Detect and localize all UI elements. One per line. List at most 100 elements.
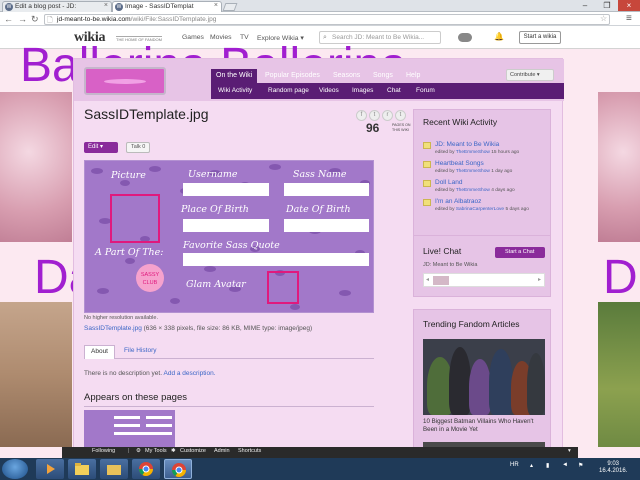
image-avatar-box [267,271,299,304]
background-right-image [598,92,640,242]
tab-songs[interactable]: Songs [368,69,398,83]
url-field[interactable]: 🗋 jd-meant-to-be.wikia.com/wiki/File:Sas… [44,14,610,25]
toolbar-my-tools[interactable]: My Tools [145,448,167,454]
activity-title[interactable]: I'm an Albatraoz [435,198,481,205]
close-tab-icon[interactable]: × [214,2,218,9]
background-right-photo [598,302,640,447]
close-tab-icon[interactable]: × [104,2,108,9]
toolbar-admin[interactable]: Admin [214,448,230,454]
activity-item: JD: Meant to Be Wikia edited by TheEmmeS… [423,141,545,159]
edit-page-icon [423,180,431,187]
image-picture-box [110,194,160,243]
tab-popular-episodes[interactable]: Popular Episodes [260,69,325,83]
image-field-favorite-quote [183,253,369,266]
chevron-left-icon[interactable]: ◂ [426,276,429,283]
user-avatar[interactable] [458,33,472,42]
talk-button[interactable]: Talk 0 [126,142,150,153]
browser-tab-bar: W Edit a blog post - JD: × W Image - Sas… [0,0,640,12]
edit-button[interactable]: Edit ▾ [84,142,118,153]
toolbar-customize[interactable]: Customize [180,448,206,454]
appears-on-thumbnail[interactable] [84,410,175,448]
chrome-icon[interactable] [132,459,160,479]
background-left-photo [0,302,72,447]
chat-user-avatar[interactable] [433,276,449,285]
subnav-forum[interactable]: Forum [416,87,435,94]
activity-title[interactable]: Heartbeat Songs [435,160,484,167]
activity-title[interactable]: JD: Meant to Be Wikia [435,141,499,148]
wiki-header: On the Wiki Popular Episodes Seasons Son… [74,59,564,101]
forward-icon[interactable]: → [18,13,27,25]
maximize-icon[interactable]: ❐ [596,0,618,11]
network-icon[interactable]: ▮ [546,462,549,469]
chevron-right-icon[interactable]: ▸ [538,276,541,283]
windows-start-button[interactable] [2,459,28,479]
tab-help[interactable]: Help [401,69,425,83]
back-icon[interactable]: ← [4,13,13,25]
file-info: SassIDTemplate.jpg (636 × 338 pixels, fi… [84,325,312,332]
community-wordmark[interactable] [84,67,166,95]
toolbar-collapse-icon[interactable]: ▾ [568,448,571,454]
toolbar-shortcuts[interactable]: Shortcuts [238,448,261,454]
live-chat-module: Live! Chat Start a Chat JD: Meant to Be … [413,235,551,297]
trending-title: Trending Fandom Articles [423,319,520,329]
browser-menu-icon[interactable]: ≡ [626,13,632,25]
show-hidden-icons-icon[interactable]: ▴ [530,462,533,469]
activity-title[interactable]: Doll Land [435,179,462,186]
gear-icon: ✱ [171,448,176,454]
file-link[interactable]: SassIDTemplate.jpg [84,325,142,332]
language-indicator[interactable]: HR [510,462,519,468]
file-explorer-icon[interactable] [68,459,96,479]
image-field-sass-name [284,183,369,196]
reload-icon[interactable]: ↻ [31,13,39,25]
chrome-active-icon[interactable] [164,459,192,479]
minimize-icon[interactable]: – [574,0,596,11]
reddit-share-icon[interactable]: r [382,110,393,121]
image-label-sass-name: Sass Name [293,169,347,180]
subnav-chat[interactable]: Chat [387,87,401,94]
tab-file-history[interactable]: File History [118,345,163,359]
close-window-icon[interactable]: × [618,0,640,11]
file-image[interactable]: Picture Username Sass Name Place Of Birt… [84,160,374,313]
image-label-glam-avatar: Glam Avatar [186,279,246,290]
add-description-link[interactable]: Add a description. [164,370,216,377]
wiki-container: On the Wiki Popular Episodes Seasons Son… [73,58,564,452]
folder-icon[interactable] [100,459,128,479]
tumblr-share-icon[interactable]: t [395,110,406,121]
wikia-toolbar: Following | ⚙ My Tools ✱ Customize Admin… [62,447,578,458]
new-tab-button[interactable] [222,3,238,11]
volume-icon[interactable]: ◄ [562,462,568,468]
subnav-wiki-activity[interactable]: Wiki Activity [218,87,252,94]
browser-tab-edit-blog[interactable]: W Edit a blog post - JD: × [2,1,112,12]
image-label-date-of-birth: Date Of Birth [286,204,351,215]
toolbar-following[interactable]: Following [92,448,115,454]
notifications-icon[interactable]: 🔔 [494,32,504,41]
edit-page-icon [423,199,431,206]
sassy-club-heart: SASSY CLUB [136,264,164,292]
background-left-image [0,92,72,242]
action-center-icon[interactable]: ⚑ [578,462,583,469]
tab-seasons[interactable]: Seasons [328,69,365,83]
start-chat-button[interactable]: Start a Chat [495,247,545,258]
live-chat-title: Live! Chat [423,246,462,256]
tab-about[interactable]: About [84,345,115,359]
bookmark-star-icon[interactable]: ☆ [600,14,607,23]
contribute-button[interactable]: Contribute ▾ [506,69,554,81]
subnav-random-page[interactable]: Random page [268,87,309,94]
twitter-share-icon[interactable]: t [369,110,380,121]
image-field-date-of-birth [284,219,369,232]
trending-article-image[interactable] [423,339,545,415]
page-count-label: PAGES ON THIS WIKI [392,123,411,132]
page-info-icon: 🗋 [47,17,53,24]
tab-on-the-wiki[interactable]: On the Wiki [211,69,258,83]
image-label-place-of-birth: Place Of Birth [181,204,249,215]
facebook-share-icon[interactable]: f [356,110,367,121]
media-player-icon[interactable] [36,459,64,479]
trending-article-link[interactable]: 10 Biggest Batman Villains Who Haven't B… [423,418,545,434]
subnav-images[interactable]: Images [352,87,373,94]
start-a-wikia-button[interactable]: Start a wikia [519,31,561,44]
image-label-username: Username [188,169,238,180]
system-clock[interactable]: 9:03 16.4.2016. [599,461,627,475]
subnav-videos[interactable]: Videos [319,87,339,94]
file-tabs: About File History [84,343,374,359]
browser-tab-image[interactable]: W Image - SassIDTemplat × [112,1,222,12]
